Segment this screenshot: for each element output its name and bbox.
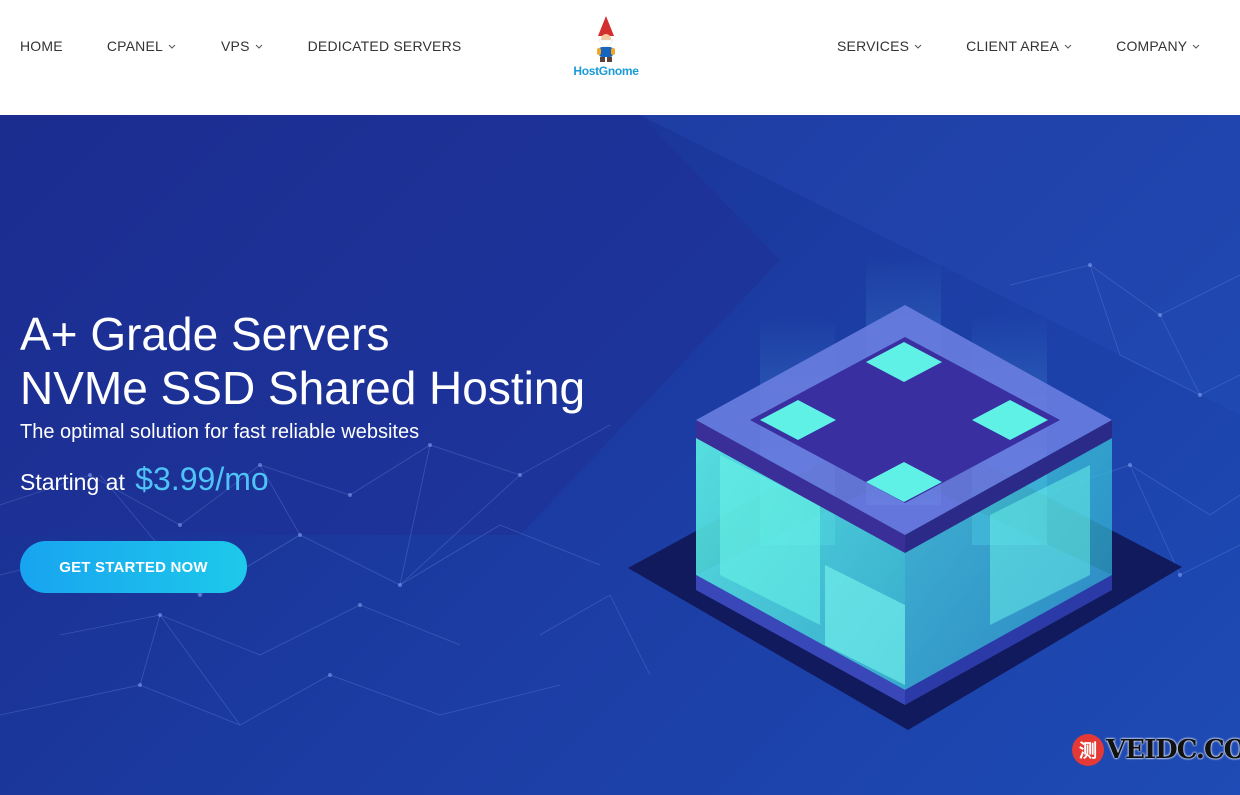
nav-home-label: HOME <box>20 38 63 54</box>
nav-services[interactable]: SERVICES <box>837 38 923 54</box>
nav-dedicated-servers-label: DEDICATED SERVERS <box>307 38 462 54</box>
nav-cpanel-label: CPANEL <box>106 38 163 54</box>
site-header: HOME CPANEL VPS DEDICATED SERVERS HostGn… <box>0 0 1240 115</box>
server-cube-illustration <box>628 255 1182 730</box>
logo-text: HostGnome <box>573 64 639 78</box>
site-logo[interactable]: HostGnome <box>572 14 640 80</box>
price-prefix: Starting at <box>20 469 125 495</box>
nav-client-area[interactable]: CLIENT AREA <box>966 38 1073 54</box>
get-started-button[interactable]: GET STARTED NOW <box>20 541 247 593</box>
chevron-down-icon <box>255 44 262 49</box>
hero-price-line: Starting at $3.99/mo <box>20 461 269 498</box>
chevron-down-icon <box>168 44 176 49</box>
nav-services-label: SERVICES <box>837 38 910 54</box>
nav-left: HOME CPANEL VPS DEDICATED SERVERS <box>20 38 505 54</box>
gnome-logo-icon <box>597 16 615 62</box>
watermark-text: VEIDC.COM <box>1106 735 1240 765</box>
nav-vps[interactable]: VPS <box>221 38 264 54</box>
hero-title: A+ Grade Servers NVMe SSD Shared Hosting <box>20 307 585 415</box>
watermark-badge: 测 <box>1072 734 1104 766</box>
nav-dedicated-servers[interactable]: DEDICATED SERVERS <box>308 38 462 54</box>
hero-title-line2: NVMe SSD Shared Hosting <box>20 362 586 414</box>
nav-client-area-label: CLIENT AREA <box>966 38 1060 54</box>
chevron-down-icon <box>1192 44 1200 49</box>
nav-company[interactable]: COMPANY <box>1116 38 1201 54</box>
nav-home[interactable]: HOME <box>20 38 63 54</box>
nav-vps-label: VPS <box>221 38 250 54</box>
hero-title-line1: A+ Grade Servers <box>20 308 390 360</box>
nav-cpanel[interactable]: CPANEL <box>107 38 177 54</box>
chevron-down-icon <box>1064 44 1072 49</box>
page: HOME CPANEL VPS DEDICATED SERVERS HostGn… <box>0 0 1240 795</box>
nav-right: SERVICES CLIENT AREA COMPANY <box>837 38 1240 54</box>
hero-subtitle: The optimal solution for fast reliable w… <box>20 421 420 443</box>
nav-company-label: COMPANY <box>1116 38 1188 54</box>
hero-section: A+ Grade Servers NVMe SSD Shared Hosting… <box>0 115 1240 795</box>
price-value: $3.99/mo <box>135 461 269 497</box>
watermark: 测 VEIDC.COM <box>1072 730 1240 770</box>
chevron-down-icon <box>914 44 922 49</box>
